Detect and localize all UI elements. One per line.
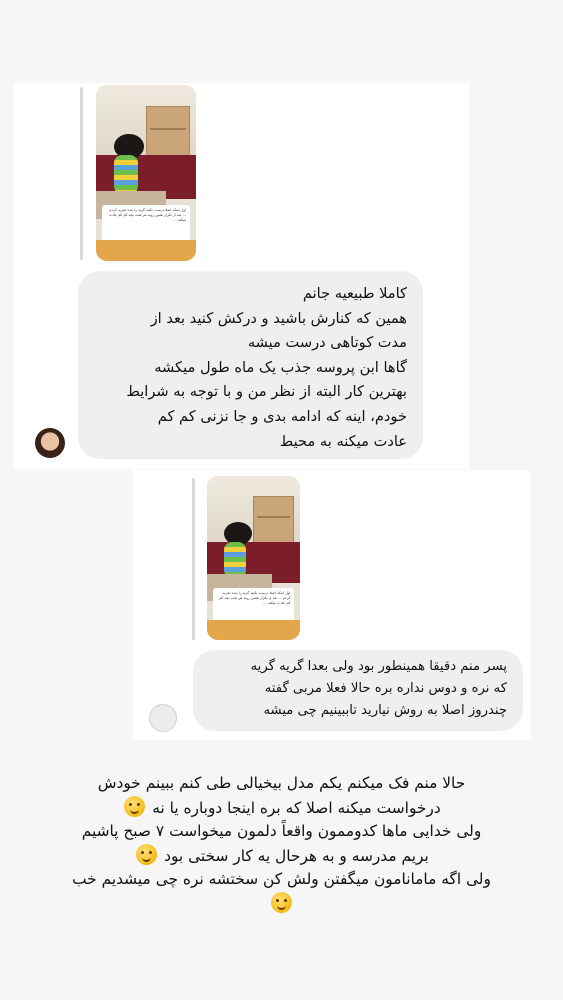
thumbnail-caption: اول اینکه اصلا درست نکنید گریه را بنده ت… [102, 204, 190, 244]
story-text-line: حالا منم فک میکنم یکم مدل بیخیالی طی کنم… [97, 774, 466, 792]
sender-avatar-placeholder[interactable] [149, 704, 177, 732]
message-line: گاها ابن پروسه جذب یک ماه طول میکشه [154, 358, 407, 376]
thumbnail-cabinet [253, 495, 295, 547]
story-text-line: درخواست میکنه اصلا که بره اینجا دوباره ی… [30, 795, 533, 821]
hand-over-mouth-emoji-icon [271, 891, 292, 913]
message-line: مدت کوتاهی درست میشه [247, 334, 407, 352]
message-bubble-received[interactable]: کاملا طبیعیه جانم همین که کنارش باشید و … [78, 271, 423, 459]
story-text-line: ولی خدایی ماها کدوممون واقعاً دلمون میخو… [81, 822, 482, 840]
hand-over-mouth-emoji-icon [136, 843, 158, 865]
message-line: بهترین کار البته از نظر من و با توجه به … [126, 383, 407, 401]
message-line: پسر منم دقیقا همینطور بود ولی بعدا گریه … [250, 659, 507, 674]
story-text-line: بریم مدرسه و به هرحال یه کار سختی بود [30, 843, 533, 869]
story-text-line: ولی اگه مامانامون میگفتن ولش کن سختشه نر… [72, 870, 491, 888]
thumbnail-child-body [223, 541, 247, 578]
reply-indicator-bar [80, 87, 83, 260]
story-text-line [30, 891, 533, 917]
message-line: که نره و دوس نداره بره حالا فعلا مربی گف… [264, 681, 507, 697]
hand-over-mouth-emoji-icon [124, 795, 146, 817]
reply-indicator-bar [192, 478, 195, 640]
message-line: چندروز اصلا به روش نیارید تاببینیم چی می… [263, 703, 507, 719]
story-reply-thumbnail[interactable]: اول اینکه اصلا درست نکنید گریه را بنده ت… [207, 476, 300, 640]
message-line: عادت میکنه به محیط [279, 432, 407, 450]
message-line: خودم، اینه که ادامه بدی و جا نزنی کم کم [157, 407, 407, 425]
story-reply-thumbnail[interactable]: اول اینکه اصلا درست نکنید گریه را بنده ت… [96, 85, 196, 261]
message-line: همین که کنارش باشید و درکش کنید بعد از [150, 309, 407, 327]
sender-avatar[interactable] [35, 428, 65, 458]
thumbnail-cabinet [146, 106, 190, 161]
story-overlay-text: حالا منم فک میکنم یکم مدل بیخیالی طی کنم… [30, 772, 533, 916]
thumbnail-bottom-strip [207, 620, 300, 640]
message-bubble-received[interactable]: پسر منم دقیقا همینطور بود ولی بعدا گریه … [193, 650, 523, 731]
thumbnail-bottom-strip [96, 239, 196, 261]
message-line: کاملا طبیعیه جانم [302, 285, 407, 302]
thumbnail-child-body [114, 155, 138, 195]
thumbnail-caption: اول اینکه اصلا درست نکنید گریه را بنده ت… [212, 587, 295, 624]
